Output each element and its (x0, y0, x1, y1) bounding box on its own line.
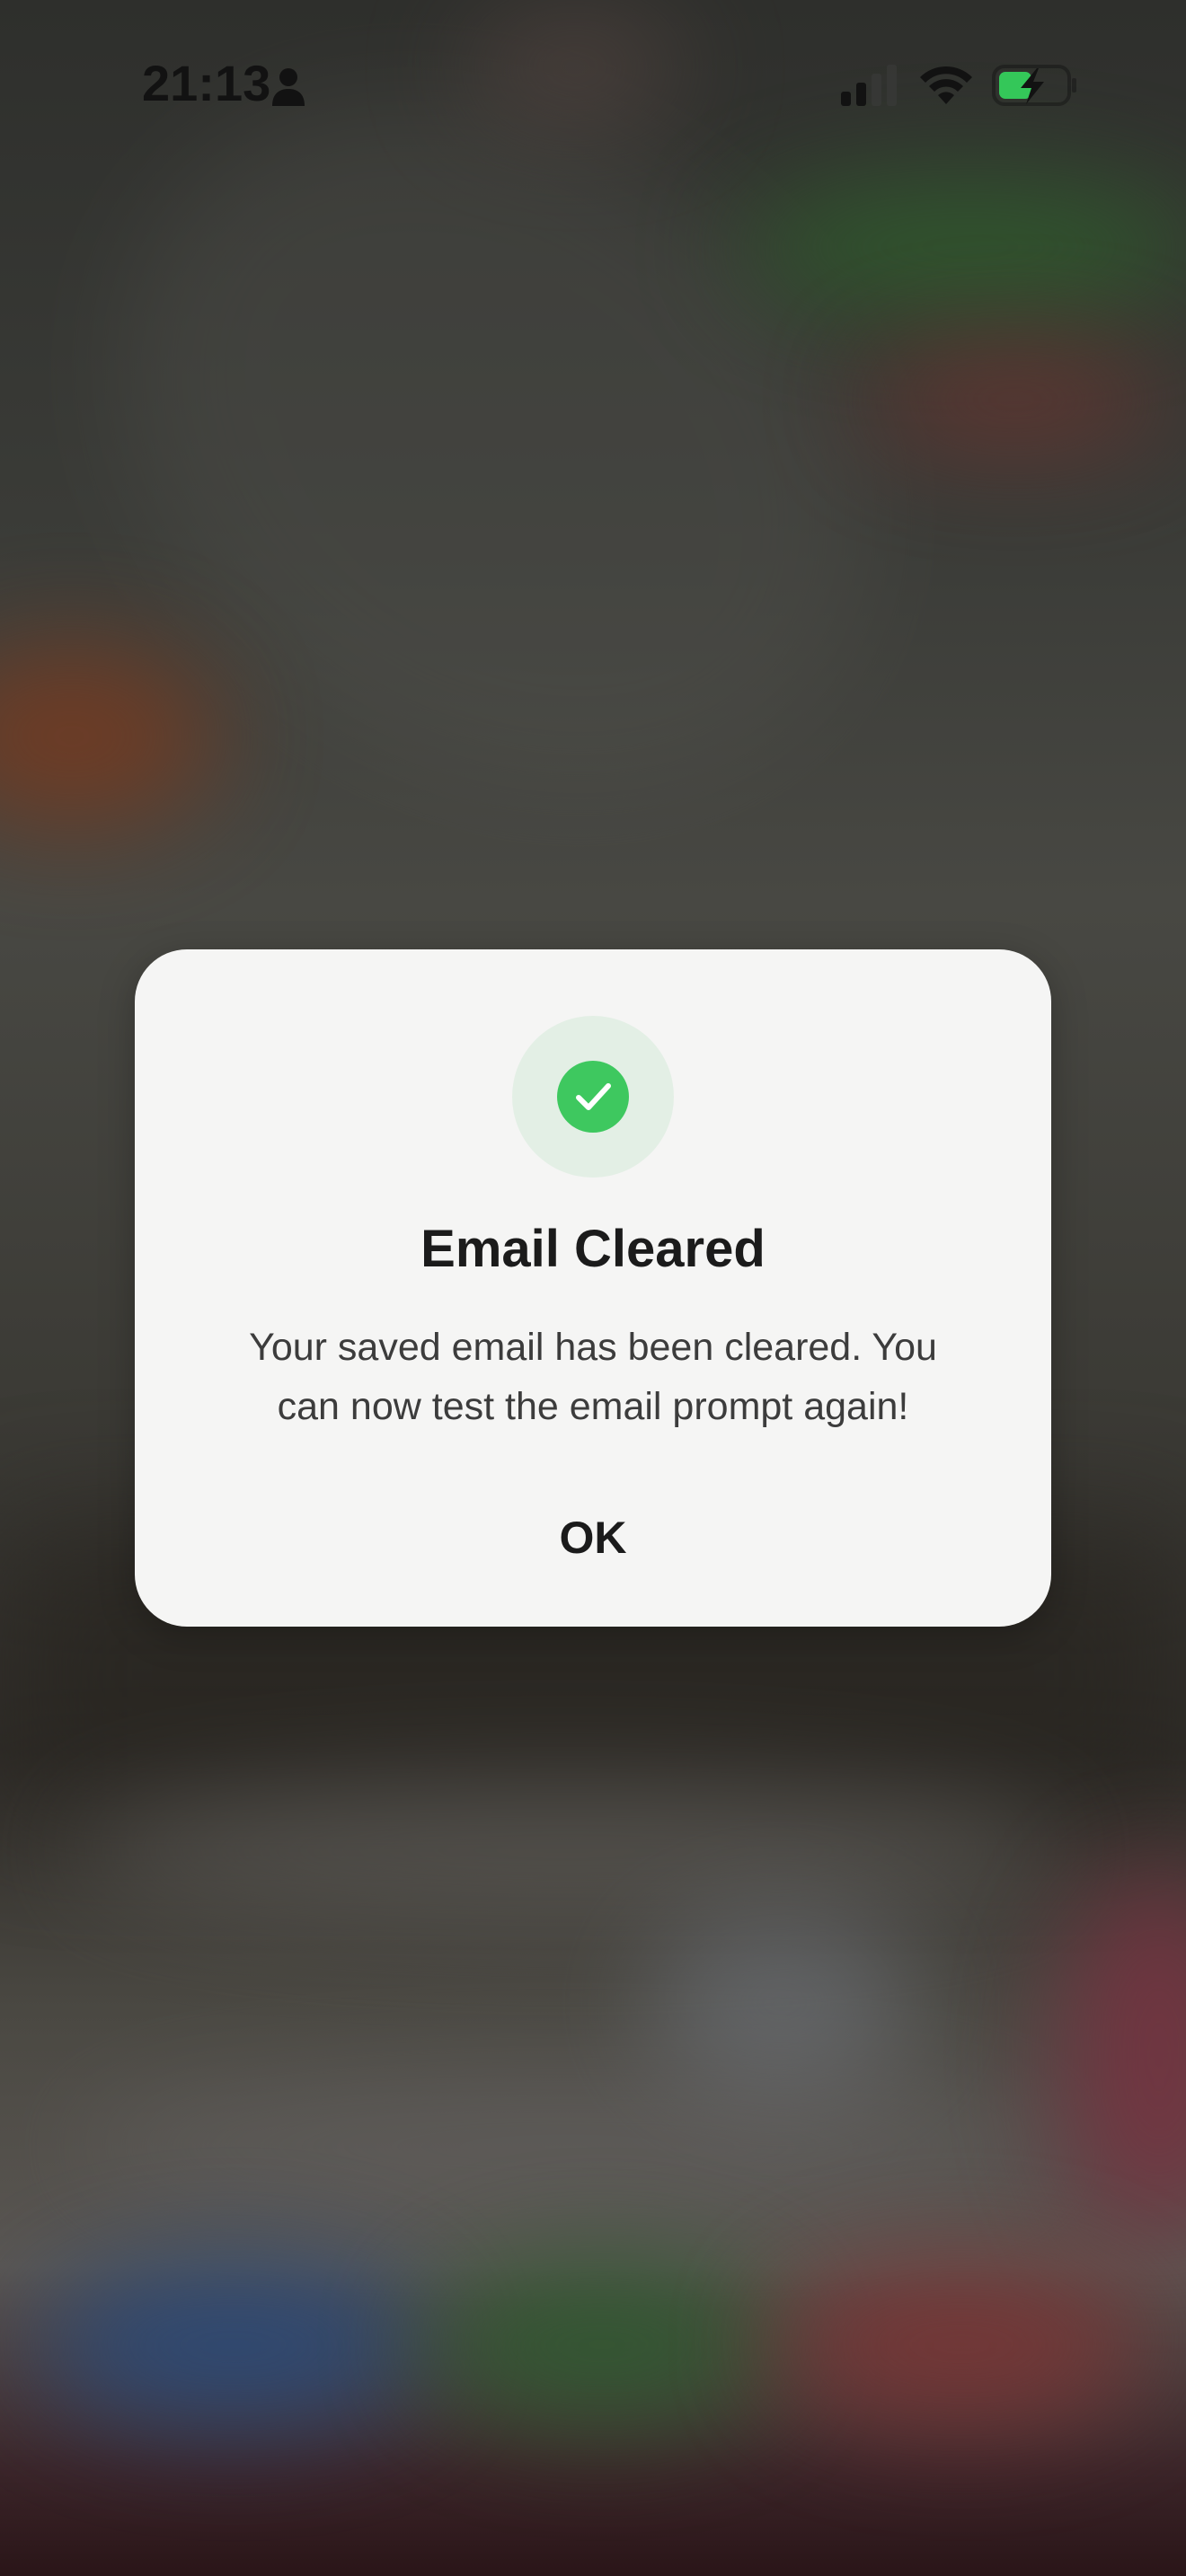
background-blur (773, 2263, 1150, 2425)
person-icon (272, 68, 305, 106)
background-blur (36, 2263, 431, 2425)
status-bar: 21:13 (0, 0, 1186, 180)
dialog-title: Email Cleared (420, 1220, 766, 1278)
alert-dialog: Email Cleared Your saved email has been … (135, 949, 1051, 1627)
battery-charging-icon (992, 65, 1076, 106)
background-blur (737, 180, 1186, 314)
background-blur (647, 1913, 916, 2093)
background-blur (422, 2263, 782, 2425)
background-blur (72, 2066, 1060, 2228)
status-time: 21:13 (142, 55, 271, 111)
success-icon-halo (512, 1016, 674, 1178)
ok-button[interactable]: OK (458, 1488, 728, 1587)
background-blur (863, 350, 1168, 449)
signal-icon (841, 65, 897, 106)
app-screen: 21:13 Email Cleared Your saved email has… (0, 0, 1186, 2576)
background-blur (0, 647, 216, 826)
checkmark-icon (557, 1061, 629, 1133)
background-blur (1060, 1868, 1186, 2245)
background-blur (72, 1778, 1060, 1922)
dialog-message: Your saved email has been cleared. You c… (249, 1326, 937, 1428)
wifi-icon (920, 66, 972, 104)
